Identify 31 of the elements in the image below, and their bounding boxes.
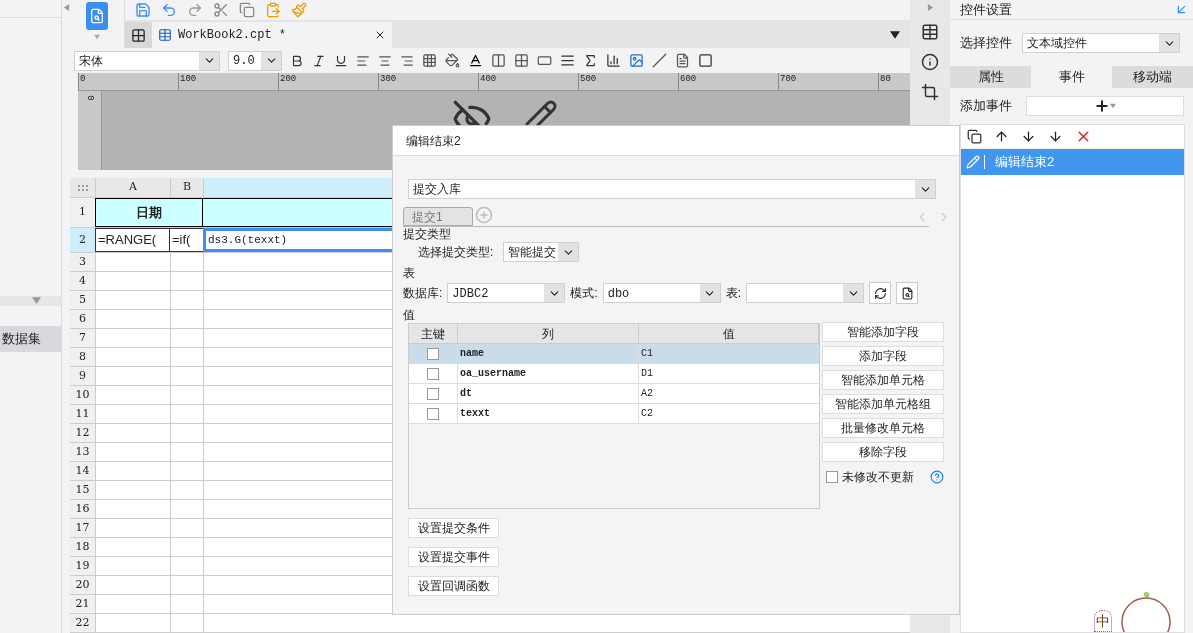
table-cell: dt xyxy=(458,384,639,403)
table-cell: oa_username xyxy=(458,364,639,383)
ruler-tick-label: 300 xyxy=(378,73,478,91)
section-label: 表 xyxy=(403,266,416,280)
ruler-tick-label: 500 xyxy=(578,73,678,91)
ruler-tick-label: 700 xyxy=(778,73,878,91)
table-cell: 日期 xyxy=(95,198,203,227)
field-label: 数据库: xyxy=(403,285,443,302)
section-label: 值 xyxy=(403,308,416,322)
ruler-tick-label: 0 xyxy=(84,95,95,101)
section-label: 提交类型 xyxy=(403,227,452,241)
tab-label: WorkBook2.cpt * xyxy=(178,27,288,44)
field-label: 选择控件 xyxy=(960,34,1012,53)
table-cell: texxt xyxy=(458,404,639,423)
ruler-tick-label: 0 xyxy=(78,73,178,91)
dialog-title: 编辑结束2 xyxy=(406,132,461,150)
field-label: 选择提交类型: xyxy=(418,244,494,261)
table-cell-text: C1 xyxy=(640,347,654,361)
field-label: 模式: xyxy=(570,285,598,302)
table-cell: name xyxy=(458,344,639,363)
panel-title: 控件设置 xyxy=(960,0,1012,19)
field-label: 添加事件 xyxy=(960,97,1012,116)
table-cell-text: A2 xyxy=(640,387,654,401)
table-cell-text: D1 xyxy=(640,367,654,381)
checkbox-label: 未修改不更新 xyxy=(842,469,914,486)
ruler-tick-label: 600 xyxy=(678,73,778,91)
table-cell-text: C2 xyxy=(640,407,654,421)
ruler-tick-label: 200 xyxy=(278,73,378,91)
ruler-tick-label: 100 xyxy=(178,73,278,91)
ruler-tick-label: 400 xyxy=(478,73,578,91)
field-label: 表: xyxy=(725,285,742,302)
